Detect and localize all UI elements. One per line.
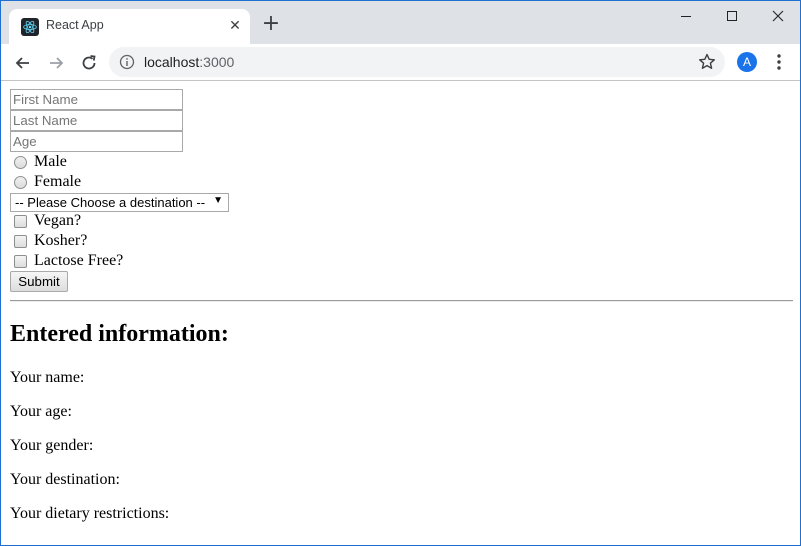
close-tab-icon[interactable]: ✕	[226, 17, 244, 35]
dropdown-arrow-icon: ▼	[213, 195, 223, 206]
last-name-input[interactable]	[10, 110, 183, 131]
browser-toolbar: localhost:3000 A	[1, 44, 800, 81]
destination-selected-value: -- Please Choose a destination --	[15, 195, 206, 210]
female-radio[interactable]	[14, 175, 27, 189]
page-content: Male Female -- Please Choose a destinati…	[1, 81, 800, 545]
result-name: Your name:	[10, 369, 85, 386]
new-tab-button[interactable]: +	[260, 13, 282, 35]
url-host: localhost	[144, 54, 200, 70]
kosher-option[interactable]: Kosher?	[14, 231, 87, 251]
lactose-free-label: Lactose Free?	[34, 252, 124, 269]
result-age: Your age:	[10, 403, 72, 420]
tab-bar: React App ✕ +	[1, 1, 800, 44]
tab-react-app[interactable]: React App ✕	[9, 9, 250, 44]
submit-button[interactable]: Submit	[10, 271, 68, 292]
info-icon[interactable]	[119, 54, 135, 70]
tab-title: React App	[46, 18, 104, 32]
vegan-label: Vegan?	[34, 212, 82, 229]
first-name-input[interactable]	[10, 89, 183, 110]
female-label: Female	[34, 173, 82, 190]
react-logo-icon	[21, 18, 39, 36]
maximize-button[interactable]	[709, 1, 755, 31]
gender-female-option[interactable]: Female	[14, 172, 81, 192]
reload-icon	[82, 55, 96, 70]
destination-select[interactable]: -- Please Choose a destination -- ▼	[10, 193, 229, 212]
profile-avatar[interactable]: A	[737, 52, 757, 72]
close-window-button[interactable]	[755, 1, 800, 31]
address-bar[interactable]: localhost:3000	[109, 47, 725, 77]
reload-button[interactable]	[77, 51, 101, 75]
star-icon[interactable]	[697, 52, 717, 72]
kosher-label: Kosher?	[34, 232, 88, 249]
back-arrow-icon	[15, 57, 29, 69]
gender-male-option[interactable]: Male	[14, 152, 67, 172]
kosher-checkbox[interactable]	[14, 234, 27, 248]
male-label: Male	[34, 153, 67, 170]
result-gender: Your gender:	[10, 437, 94, 454]
forward-button[interactable]	[44, 51, 68, 75]
forward-arrow-icon	[50, 57, 64, 69]
vegan-checkbox[interactable]	[14, 214, 27, 228]
url-port: :3000	[199, 54, 235, 70]
url-text: localhost:3000	[144, 54, 234, 70]
age-input[interactable]	[10, 131, 183, 152]
maximize-icon	[727, 11, 737, 21]
result-dietary-restrictions: Your dietary restrictions:	[10, 505, 170, 522]
kebab-menu-icon[interactable]	[771, 52, 787, 72]
close-window-icon	[772, 10, 784, 22]
male-radio[interactable]	[14, 155, 27, 169]
vegan-option[interactable]: Vegan?	[14, 211, 81, 231]
lactose-free-option[interactable]: Lactose Free?	[14, 251, 123, 271]
minimize-icon	[681, 16, 691, 17]
browser-window: React App ✕ + localhost:3000 A First Nam…	[0, 0, 801, 546]
results-heading: Entered information:	[10, 321, 229, 347]
back-button[interactable]	[11, 51, 35, 75]
minimize-button[interactable]	[663, 1, 709, 31]
divider	[10, 300, 793, 302]
lactose-free-checkbox[interactable]	[14, 254, 27, 268]
result-destination: Your destination:	[10, 471, 120, 488]
